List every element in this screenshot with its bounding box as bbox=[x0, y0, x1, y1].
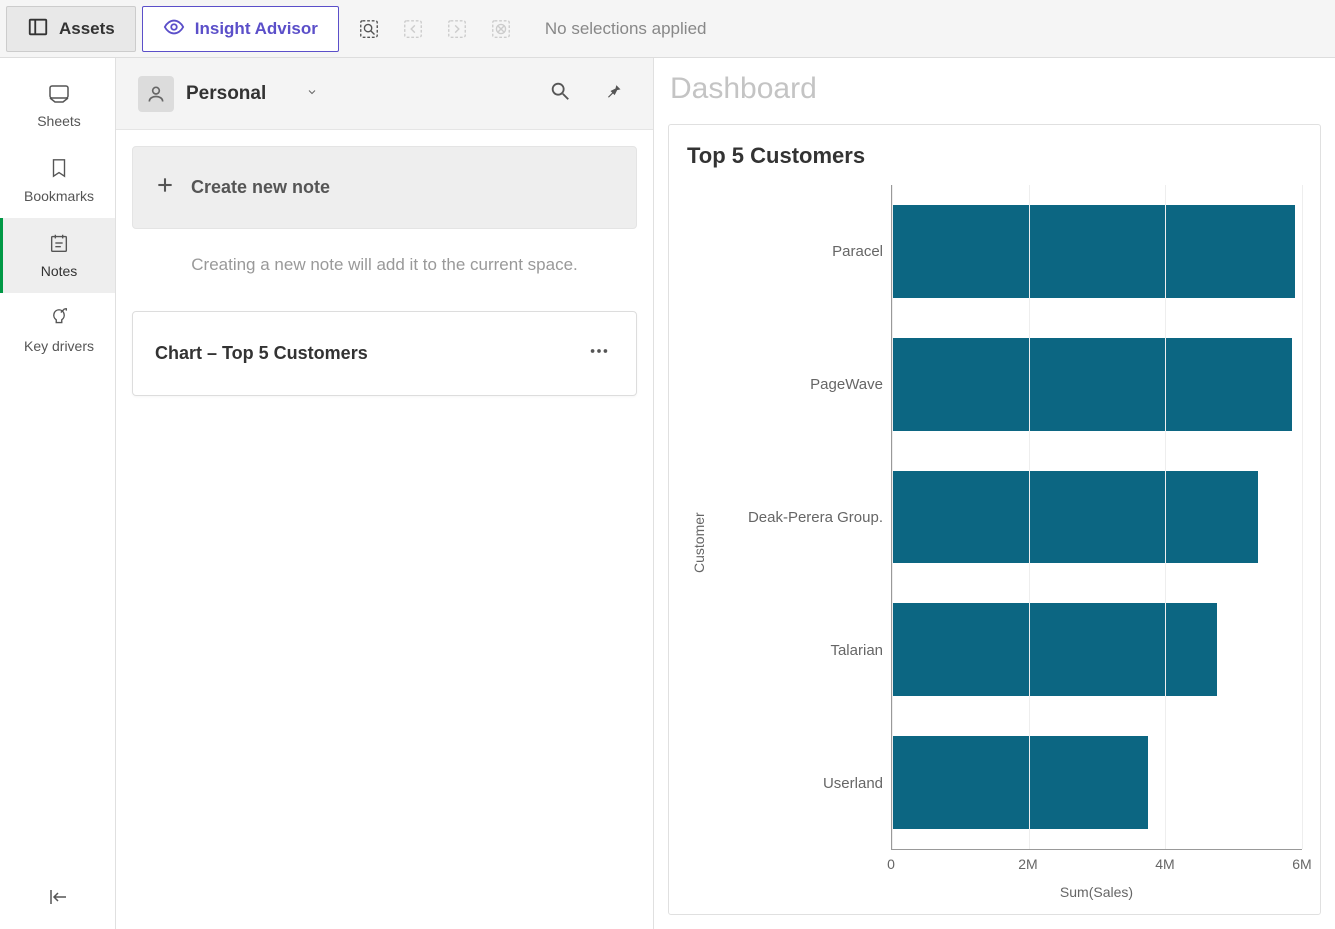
rail-item-bookmarks[interactable]: Bookmarks bbox=[0, 143, 115, 218]
sheets-icon bbox=[47, 80, 71, 107]
bar[interactable] bbox=[892, 603, 1217, 696]
note-card-menu-button[interactable] bbox=[584, 336, 614, 371]
category-label: Paracel bbox=[832, 185, 883, 318]
notes-panel: Personal Create new note bbox=[116, 58, 654, 929]
chevron-down-icon bbox=[306, 85, 318, 103]
bar[interactable] bbox=[892, 736, 1148, 829]
scope-label: Personal bbox=[186, 83, 266, 105]
rail-item-notes[interactable]: Notes bbox=[0, 218, 115, 293]
bar-row bbox=[892, 736, 1302, 829]
create-note-label: Create new note bbox=[191, 177, 330, 198]
x-tick-label: 4M bbox=[1155, 856, 1174, 872]
assets-button[interactable]: Assets bbox=[6, 6, 136, 52]
key-drivers-icon bbox=[48, 307, 70, 332]
dashboard-area: Dashboard Top 5 Customers Customer Parac… bbox=[654, 58, 1335, 929]
assets-label: Assets bbox=[59, 19, 115, 39]
rail-label: Notes bbox=[41, 263, 78, 279]
plus-icon bbox=[155, 175, 175, 200]
note-hint: Creating a new note will add it to the c… bbox=[132, 229, 637, 311]
category-label: Talarian bbox=[830, 584, 883, 717]
x-tick-label: 2M bbox=[1018, 856, 1037, 872]
category-label: Userland bbox=[823, 717, 883, 850]
bar[interactable] bbox=[892, 471, 1258, 564]
pin-button[interactable] bbox=[597, 75, 629, 112]
x-axis-label: Sum(Sales) bbox=[1060, 884, 1133, 900]
pin-icon bbox=[603, 81, 623, 101]
rail-label: Sheets bbox=[37, 113, 81, 129]
notes-icon bbox=[48, 232, 70, 257]
chart-title: Top 5 Customers bbox=[687, 143, 1302, 169]
y-axis-label: Customer bbox=[687, 185, 711, 900]
smart-search-icon[interactable] bbox=[349, 9, 389, 49]
bar-row bbox=[892, 205, 1302, 298]
step-forward-icon bbox=[437, 9, 477, 49]
rail-item-sheets[interactable]: Sheets bbox=[0, 66, 115, 143]
bar-row bbox=[892, 338, 1302, 431]
rail-label: Bookmarks bbox=[24, 188, 94, 204]
notes-header: Personal bbox=[116, 58, 653, 130]
search-notes-button[interactable] bbox=[543, 74, 577, 113]
clear-selections-icon bbox=[481, 9, 521, 49]
step-back-icon bbox=[393, 9, 433, 49]
rail-item-key-drivers[interactable]: Key drivers bbox=[0, 293, 115, 368]
dashboard-title: Dashboard bbox=[654, 58, 1335, 114]
category-label: PageWave bbox=[810, 318, 883, 451]
selection-tools bbox=[341, 0, 529, 57]
x-tick-label: 6M bbox=[1292, 856, 1311, 872]
note-card-title: Chart – Top 5 Customers bbox=[155, 343, 368, 364]
person-icon bbox=[138, 76, 174, 112]
bar[interactable] bbox=[892, 205, 1295, 298]
collapse-rail-button[interactable] bbox=[0, 885, 115, 909]
bookmark-icon bbox=[48, 157, 70, 182]
bar-row bbox=[892, 471, 1302, 564]
insight-label: Insight Advisor bbox=[195, 19, 318, 39]
gridline bbox=[1302, 185, 1303, 849]
panel-icon bbox=[27, 16, 49, 43]
category-label: Deak-Perera Group. bbox=[748, 451, 883, 584]
gridline bbox=[1165, 185, 1166, 849]
insight-icon bbox=[163, 16, 185, 43]
note-card[interactable]: Chart – Top 5 Customers bbox=[132, 311, 637, 396]
search-icon bbox=[549, 80, 571, 102]
bar-row bbox=[892, 603, 1302, 696]
collapse-icon bbox=[46, 885, 70, 909]
no-selections-text: No selections applied bbox=[529, 0, 723, 57]
gridline bbox=[1029, 185, 1030, 849]
insight-advisor-button[interactable]: Insight Advisor bbox=[142, 6, 339, 52]
chart-card[interactable]: Top 5 Customers Customer ParacelPageWave… bbox=[668, 124, 1321, 915]
x-tick-label: 0 bbox=[887, 856, 895, 872]
rail-label: Key drivers bbox=[24, 338, 94, 354]
left-rail: Sheets Bookmarks Notes Key drivers bbox=[0, 58, 116, 929]
bar[interactable] bbox=[892, 338, 1292, 431]
top-toolbar: Assets Insight Advisor No selections app… bbox=[0, 0, 1335, 58]
gridline bbox=[892, 185, 893, 849]
scope-dropdown[interactable]: Personal bbox=[128, 70, 328, 118]
more-icon bbox=[588, 340, 610, 362]
create-note-button[interactable]: Create new note bbox=[132, 146, 637, 229]
